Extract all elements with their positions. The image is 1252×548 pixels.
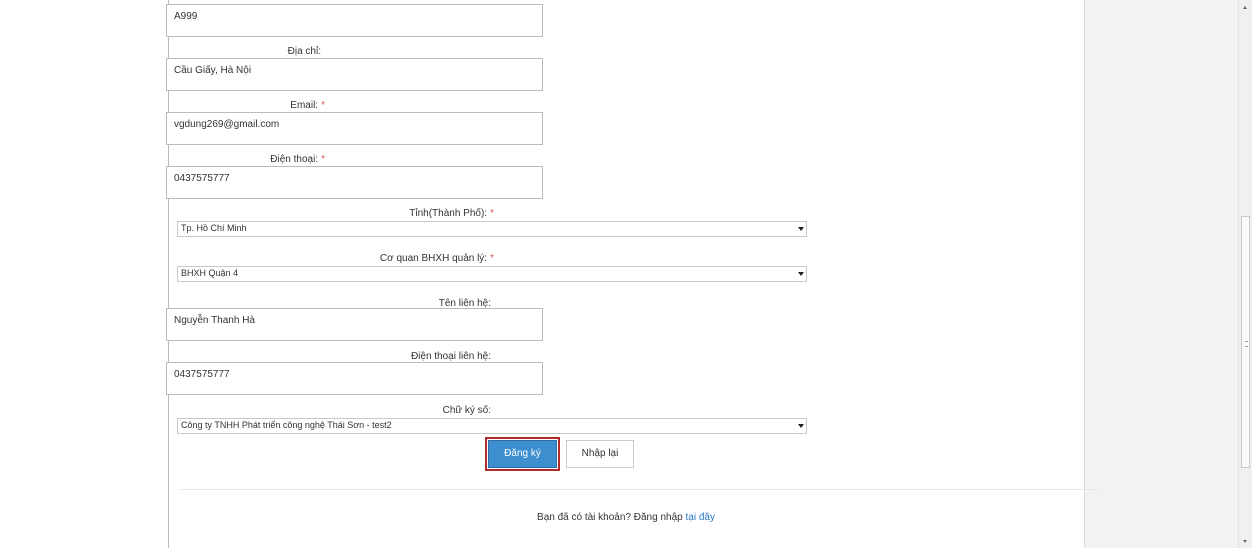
email-label: Email: * bbox=[290, 100, 325, 111]
form-divider bbox=[180, 489, 1098, 490]
contact-phone-input[interactable]: 0437575777 bbox=[166, 362, 543, 395]
login-link[interactable]: tại đây bbox=[685, 512, 714, 523]
contact-phone-value: 0437575777 bbox=[174, 369, 230, 380]
login-prompt: Bạn đã có tài khoản? Đăng nhập tại đây bbox=[0, 512, 1252, 523]
login-prompt-text: Bạn đã có tài khoản? Đăng nhập bbox=[537, 512, 683, 523]
dropdown-arrow-icon bbox=[798, 424, 804, 428]
email-value: vgdung269@gmail.com bbox=[174, 119, 280, 130]
register-button[interactable]: Đăng ký bbox=[485, 437, 560, 471]
agency-select[interactable]: BHXH Quận 4 bbox=[177, 266, 807, 282]
contact-name-input[interactable]: Nguyễn Thanh Hà bbox=[166, 308, 543, 341]
phone-value: 0437575777 bbox=[174, 173, 230, 184]
email-required-mark: * bbox=[321, 100, 325, 111]
province-required-mark: * bbox=[490, 208, 494, 219]
address-value: Cầu Giấy, Hà Nội bbox=[174, 65, 252, 76]
scroll-up-arrow-icon[interactable] bbox=[1243, 6, 1247, 9]
province-select[interactable]: Tp. Hồ Chí Minh bbox=[177, 221, 807, 237]
code-input[interactable]: A999 bbox=[166, 4, 543, 37]
code-value: A999 bbox=[174, 11, 198, 22]
phone-input[interactable]: 0437575777 bbox=[166, 166, 543, 199]
address-label: Địa chỉ: bbox=[287, 46, 321, 57]
agency-required-mark: * bbox=[490, 253, 494, 264]
address-input[interactable]: Cầu Giấy, Hà Nội bbox=[166, 58, 543, 91]
province-label: Tỉnh(Thành Phố): * bbox=[409, 208, 494, 219]
agency-value: BHXH Quận 4 bbox=[181, 268, 239, 278]
vertical-scrollbar[interactable] bbox=[1238, 0, 1252, 548]
province-value: Tp. Hồ Chí Minh bbox=[181, 223, 247, 233]
registration-form-panel: A999 Địa chỉ: Cầu Giấy, Hà Nội Email: * v… bbox=[0, 0, 1098, 548]
scrollbar-thumb[interactable] bbox=[1241, 216, 1250, 468]
reset-button[interactable]: Nhập lại bbox=[566, 440, 634, 468]
contact-name-value: Nguyễn Thanh Hà bbox=[174, 315, 255, 326]
scrollbar-grip-icon bbox=[1245, 341, 1248, 347]
dropdown-arrow-icon bbox=[798, 272, 804, 276]
contact-phone-label: Điện thoại liên hệ: bbox=[410, 351, 491, 362]
phone-required-mark: * bbox=[321, 154, 325, 165]
email-input[interactable]: vgdung269@gmail.com bbox=[166, 112, 543, 145]
signature-select[interactable]: Công ty TNHH Phát triển công nghệ Thái S… bbox=[177, 418, 807, 434]
signature-label: Chữ ký số: bbox=[442, 405, 491, 416]
signature-value: Công ty TNHH Phát triển công nghệ Thái S… bbox=[181, 420, 392, 430]
agency-label: Cơ quan BHXH quản lý: * bbox=[379, 253, 494, 264]
dropdown-arrow-icon bbox=[798, 227, 804, 231]
scroll-down-arrow-icon[interactable] bbox=[1243, 540, 1247, 543]
phone-label: Điện thoại: * bbox=[270, 154, 325, 165]
